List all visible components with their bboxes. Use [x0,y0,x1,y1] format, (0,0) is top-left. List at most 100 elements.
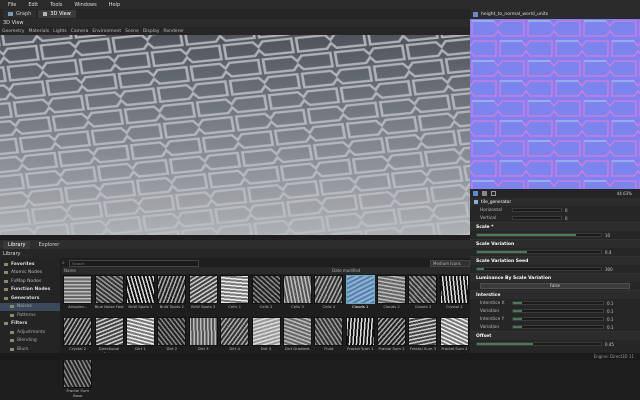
library-thumbnail[interactable]: Fractal Sum 3 [407,316,438,358]
3d-viewport[interactable] [0,35,470,235]
vm-materials[interactable]: Materials [28,29,49,34]
library-thumbnail[interactable]: Clouds 2 [376,274,407,316]
library-thumbnail[interactable]: Cells 1 [219,274,250,316]
library-thumbnail[interactable]: Dirt 1 [125,316,156,358]
zoom-level[interactable]: 44.63% [617,191,632,196]
offset-slider[interactable] [476,342,602,346]
col-date[interactable]: Date modified [332,268,360,273]
thumbnail-label: Fractal Sum 3 [409,346,437,351]
library-thumbnail[interactable]: Fractal Sum 4 [439,316,470,358]
offset-value[interactable]: 0.45 [605,342,614,347]
scale-slider[interactable] [476,233,602,237]
node-title-row: tile_generator [470,198,640,206]
library-thumbnail[interactable]: Cells 2 [250,274,281,316]
scale-seed-value[interactable]: 300 [605,267,613,272]
library-thumbnail[interactable]: Fractal Sum 1 [345,316,376,358]
thumbnail-image [125,275,155,304]
folder-icon [10,347,14,351]
interstice-slider[interactable] [512,301,604,305]
library-thumbnail[interactable]: Fractal Sum Base [62,358,93,400]
menu-tools[interactable]: Tools [45,2,67,8]
fit-icon[interactable] [491,191,496,196]
tree-item[interactable]: Noises [0,302,60,311]
prop-vertical-slider[interactable] [512,216,562,220]
scale-seed-slider[interactable] [476,267,602,271]
prop-horizontal-slider[interactable] [512,208,562,212]
vm-camera[interactable]: Camera [71,29,89,34]
interstice-slider[interactable] [512,317,604,321]
folder-icon [4,296,8,300]
prop-horizontal-value[interactable]: 0 [565,208,568,213]
menu-windows[interactable]: Windows [69,2,101,8]
prop-interstice-row: Interstice X 0.1 [470,299,640,307]
channel-rgb-icon[interactable] [473,191,478,196]
interstice-value[interactable]: 0.1 [607,317,613,322]
interstice-value[interactable]: 0.1 [607,301,613,306]
luminance-toggle[interactable]: False [480,283,630,289]
prop-vertical-value[interactable]: 0 [565,216,568,221]
library-thumbnail[interactable]: Directional Noise [93,316,124,358]
library-thumbnail[interactable]: Blue Noise Fast [93,274,124,316]
interstice-slider[interactable] [512,325,604,329]
vm-environment[interactable]: Environment [92,29,121,34]
2d-view-title: height_to_normal_world_units [481,11,549,17]
vm-renderer[interactable]: Renderer [163,29,184,34]
scale-variation-slider[interactable] [476,250,602,254]
library-thumbnail[interactable]: Dirt 4 [219,316,250,358]
library-thumbnail[interactable]: Fluid [313,316,344,358]
prop-interstice-row: Variation 0.1 [470,323,640,331]
tab-library[interactable]: Library [3,240,31,249]
interstice-value[interactable]: 0.1 [607,309,613,314]
tab-explorer-label: Explorer [38,241,60,248]
interstice-title: Interstice [476,292,501,298]
library-thumbnail[interactable]: Cells 4 [313,274,344,316]
library-thumbnail[interactable]: Fractal Sum 2 [376,316,407,358]
library-search-input[interactable] [68,259,199,267]
tab-graph[interactable]: Graph [3,10,37,18]
thumbnail-image [63,275,93,304]
cube-icon [43,12,48,16]
interstice-slider[interactable] [512,309,604,313]
col-name[interactable]: Name [62,268,332,273]
library-thumbnail[interactable]: Dirt 3 [188,316,219,358]
vm-lights[interactable]: Lights [53,29,67,34]
scale-variation-value[interactable]: 0.4 [605,250,611,255]
tree-item[interactable]: Filters [0,320,60,329]
tree-item[interactable]: Generators [0,294,60,303]
tree-item[interactable]: Atomic Nodes [0,269,60,278]
tree-item[interactable]: FxMap Nodes [0,277,60,286]
library-thumbnail[interactable]: Dirt 5 [250,316,281,358]
menu-edit[interactable]: Edit [23,2,43,8]
tree-item[interactable]: Patterns [0,311,60,320]
icon-size-select[interactable]: Medium Icons [430,259,470,267]
channel-alpha-icon[interactable] [482,191,487,196]
vm-scene[interactable]: Scene [125,29,139,34]
library-thumbnail[interactable]: Dirt Gradient [282,316,313,358]
library-thumbnail[interactable]: Anisotro... [62,274,93,316]
library-thumbnail[interactable]: BnW Spots 3 [188,274,219,316]
folder-icon [10,313,14,317]
library-thumbnail[interactable]: BnW Spots 2 [156,274,187,316]
tab-explorer[interactable]: Explorer [33,240,65,249]
interstice-value[interactable]: 0.1 [607,325,613,330]
thumbnail-label: Clouds 2 [383,304,400,309]
tree-item[interactable]: Favorites [0,260,60,269]
library-thumbnail-grid: Anisotro... Blue Noise Fast BnW Spots 1 BnW… [62,274,470,397]
vm-geometry[interactable]: Geometry [2,29,24,34]
2d-view-normal-map[interactable] [470,19,640,189]
library-thumbnail[interactable]: Clouds 1 [345,274,376,316]
tree-item[interactable]: Function Nodes [0,286,60,295]
library-thumbnail[interactable]: Cells 3 [282,274,313,316]
library-thumbnail[interactable]: Crystal 1 [439,274,470,316]
tab-3d-view[interactable]: 3D View [38,10,76,18]
library-thumbnail[interactable]: Dirt 2 [156,316,187,358]
menu-file[interactable]: File [3,2,21,8]
library-thumbnail[interactable]: Crystal 2 [62,316,93,358]
vm-display[interactable]: Display [143,29,160,34]
tree-item[interactable]: Blending [0,337,60,346]
library-thumbnail[interactable]: Clouds 3 [407,274,438,316]
library-thumbnail[interactable]: BnW Spots 1 [125,274,156,316]
menu-help[interactable]: Help [104,2,125,8]
scale-value[interactable]: 10 [605,233,610,238]
tree-item[interactable]: Adjustments [0,328,60,337]
